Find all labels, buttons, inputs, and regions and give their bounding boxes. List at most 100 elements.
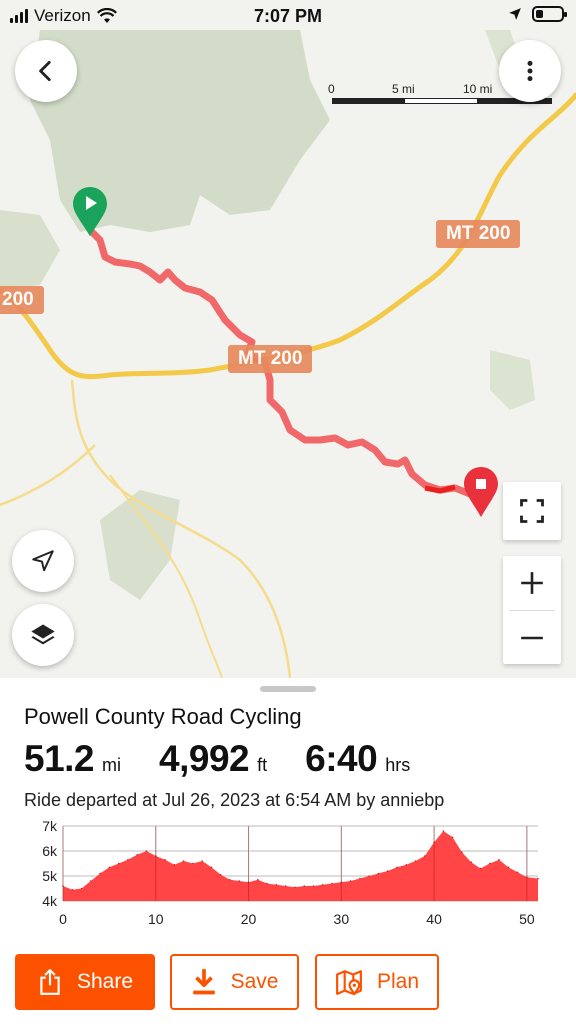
- elevation-point: [164, 859, 166, 861]
- elevation-point: [284, 885, 287, 887]
- map-pin-icon: [336, 970, 362, 996]
- share-icon: [40, 969, 60, 995]
- zoom-in-button[interactable]: [503, 556, 561, 610]
- save-label: Save: [230, 970, 279, 993]
- x-tick-label: 20: [241, 911, 257, 927]
- minus-icon: [521, 636, 543, 640]
- elevation-point: [145, 850, 148, 852]
- plan-button[interactable]: Plan: [315, 954, 439, 1010]
- elevation-unit: ft: [257, 755, 268, 775]
- elevation-point: [182, 860, 185, 862]
- elevation-point: [303, 885, 306, 887]
- elevation-point: [294, 886, 296, 889]
- elevation-point: [451, 836, 454, 839]
- elevation-point: [90, 880, 92, 882]
- elevation-point: [229, 879, 231, 881]
- fullscreen-button[interactable]: [503, 482, 561, 540]
- elevation-point: [479, 867, 482, 870]
- elevation-point: [127, 859, 129, 861]
- duration-unit: hrs: [385, 755, 411, 775]
- elevation-point: [349, 880, 352, 882]
- forest-area: [490, 350, 535, 410]
- elevation-point: [201, 860, 203, 862]
- duration-stat: 6:40 hrs: [305, 738, 410, 780]
- elevation-point: [537, 877, 539, 880]
- elevation-point: [461, 851, 463, 854]
- elevation-point: [516, 871, 519, 874]
- elevation-point: [275, 884, 278, 886]
- elevation-point: [396, 866, 398, 869]
- distance-value: 51.2: [24, 738, 95, 779]
- road-label: 200: [0, 286, 44, 314]
- elevation-point: [99, 872, 101, 875]
- elevation-point: [368, 875, 371, 877]
- end-pin-icon: [464, 467, 498, 517]
- map-layers-button[interactable]: [12, 604, 74, 666]
- elevation-point: [257, 879, 259, 881]
- distance-stat: 51.2 mi: [24, 738, 121, 780]
- elevation-point: [219, 874, 222, 876]
- forest-area: [100, 490, 180, 600]
- locate-button[interactable]: [12, 530, 74, 592]
- y-tick-label: 5k: [42, 868, 58, 884]
- elevation-point: [424, 855, 426, 857]
- road-label: MT 200: [228, 345, 313, 373]
- forest-area: [0, 210, 60, 290]
- scale-label: 0: [328, 82, 335, 96]
- x-tick-label: 50: [519, 911, 535, 927]
- minor-road: [0, 444, 96, 507]
- distance-unit: mi: [102, 755, 122, 775]
- elevation-point: [80, 887, 83, 890]
- x-tick-label: 40: [426, 911, 442, 927]
- elevation-point: [377, 872, 380, 875]
- share-button[interactable]: Share: [15, 954, 155, 1010]
- scale-label: 10 mi: [463, 82, 493, 96]
- activity-stats: 51.2 mi 4,992 ft 6:40 hrs: [24, 738, 448, 780]
- more-vertical-icon: [527, 60, 533, 82]
- duration-value: 6:40: [305, 738, 378, 779]
- y-tick-label: 7k: [42, 818, 58, 834]
- chevron-left-icon: [39, 60, 51, 82]
- more-options-button[interactable]: [499, 40, 561, 102]
- elevation-area: [63, 831, 538, 901]
- plus-icon: [521, 572, 543, 594]
- navigation-arrow-icon: [32, 550, 54, 572]
- download-icon: [192, 969, 215, 995]
- elevation-point: [312, 885, 315, 887]
- zoom-out-button[interactable]: [503, 611, 561, 665]
- x-tick-label: 10: [148, 911, 164, 927]
- elevation-point: [498, 859, 500, 861]
- elevation-value: 4,992: [159, 738, 250, 779]
- share-label: Share: [76, 970, 134, 993]
- location-arrow-icon: [509, 8, 521, 20]
- save-button[interactable]: Save: [170, 954, 299, 1010]
- fullscreen-icon: [520, 499, 544, 523]
- back-button[interactable]: [15, 40, 77, 102]
- layers-icon: [31, 624, 55, 645]
- x-tick-label: 30: [334, 911, 350, 927]
- elevation-point: [173, 864, 176, 866]
- elevation-point: [414, 860, 417, 862]
- departure-info: Ride departed at Jul 26, 2023 at 6:54 AM…: [24, 790, 445, 810]
- elevation-point: [470, 861, 473, 863]
- elevation-point: [386, 870, 389, 872]
- road-label: MT 200: [436, 220, 521, 248]
- elevation-point: [507, 866, 510, 869]
- y-tick-label: 6k: [42, 843, 58, 859]
- y-tick-label: 4k: [42, 893, 58, 909]
- elevation-point: [489, 862, 491, 865]
- route-map[interactable]: MT 200 MT 200 200 0 5 mi 10 mi mi: [0, 0, 576, 678]
- battery-icon: [532, 6, 567, 22]
- plan-label: Plan: [376, 970, 420, 993]
- elevation-point: [192, 862, 194, 865]
- elevation-point: [71, 889, 74, 891]
- elevation-stat: 4,992 ft: [159, 738, 267, 780]
- status-bar: Verizon 7:07 PM: [0, 0, 576, 32]
- x-tick-label: 0: [59, 911, 67, 927]
- elevation-point: [442, 830, 445, 832]
- elevation-point: [266, 882, 268, 885]
- elevation-point: [108, 866, 111, 869]
- sheet-handle[interactable]: [260, 686, 316, 692]
- activity-title: Powell County Road Cycling: [24, 704, 302, 729]
- status-time: 7:07 PM: [253, 6, 323, 26]
